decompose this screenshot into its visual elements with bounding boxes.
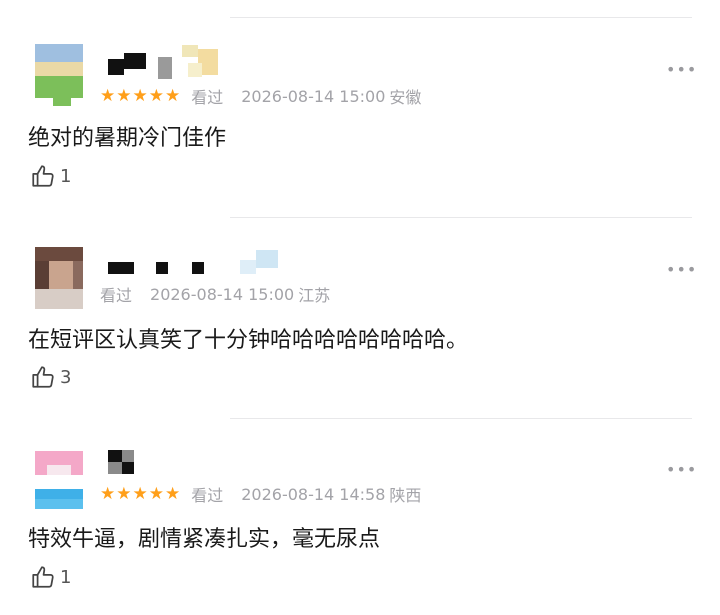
like-button[interactable]: 1 <box>30 563 71 591</box>
watched-label: 看过 <box>191 486 224 505</box>
rating-stars: ★★★★★ <box>100 484 182 504</box>
comment-text: 特效牛逼，剧情紧凑扎实，毫无尿点 <box>28 527 381 552</box>
like-count: 1 <box>60 566 72 588</box>
more-dots-icon[interactable]: ••• <box>666 460 697 479</box>
timestamp: 2026-08-14 14:58 <box>241 484 386 504</box>
location: 陕西 <box>389 486 422 505</box>
comment-card-3: ★★★★★ 看过 2026-08-14 14:58 陕西 ••• 特效牛逼，剧情… <box>0 0 720 615</box>
avatar[interactable] <box>35 451 83 513</box>
comment-meta: ★★★★★ 看过 2026-08-14 14:58 陕西 <box>100 483 421 505</box>
thumbs-up-icon <box>32 566 54 588</box>
